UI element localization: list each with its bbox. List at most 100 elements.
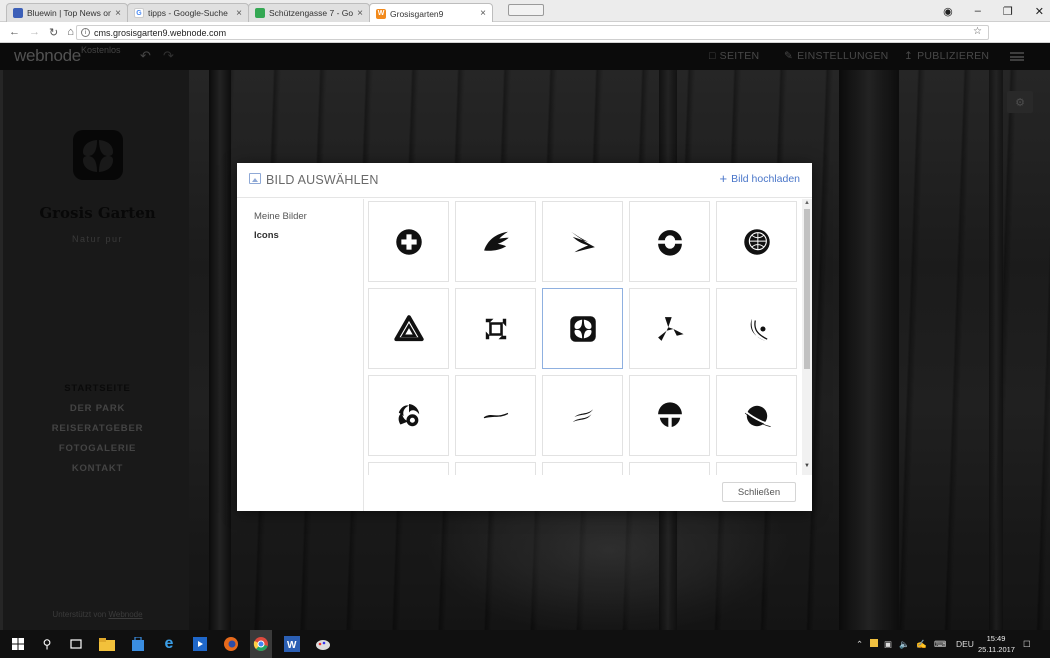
- svg-text:W: W: [287, 640, 297, 651]
- icon-grid-scrollbar[interactable]: ▲ ▼: [802, 199, 812, 475]
- word-icon[interactable]: W: [283, 635, 301, 653]
- icon-tile-selected[interactable]: [542, 288, 623, 369]
- icon-tile[interactable]: [542, 375, 623, 456]
- close-dialog-button[interactable]: Schließen: [722, 482, 796, 502]
- dialog-title: BILD AUSWÄHLEN: [266, 173, 379, 187]
- file-explorer-icon[interactable]: [98, 635, 116, 653]
- task-view-icon[interactable]: [67, 635, 85, 653]
- bookmark-star-icon[interactable]: ☆: [973, 26, 982, 37]
- icon-tile[interactable]: [368, 201, 449, 282]
- sidebar-item-my-images[interactable]: Meine Bilder: [254, 211, 307, 222]
- icon-tile[interactable]: [455, 375, 536, 456]
- clock-date: 25.11.2017: [978, 645, 1015, 654]
- tab-label: Schützengasse 7 - Goog: [269, 8, 354, 18]
- store-icon[interactable]: [129, 635, 147, 653]
- pen-workspace-icon[interactable]: ✍: [916, 639, 927, 650]
- url-text: cms.grosisgarten9.webnode.com: [94, 27, 227, 38]
- paint-icon[interactable]: [314, 635, 332, 653]
- forward-icon[interactable]: →: [29, 26, 40, 38]
- scroll-thumb[interactable]: [804, 209, 810, 369]
- back-icon[interactable]: ←: [9, 26, 20, 38]
- info-icon[interactable]: i: [81, 28, 90, 37]
- sidebar-item-icons[interactable]: Icons: [254, 230, 279, 241]
- icon-tile[interactable]: [368, 462, 449, 475]
- tray-notes-icon[interactable]: [870, 639, 878, 649]
- globe-icon: [743, 228, 770, 255]
- screen: Bluewin | Top News onli × G tipps - Goog…: [0, 0, 1050, 658]
- windows-start-icon[interactable]: [9, 635, 27, 653]
- wave-line-icon: [483, 412, 508, 418]
- arc-dot-icon: [750, 318, 767, 341]
- wing-icon: [483, 231, 509, 251]
- upload-label: Bild hochladen: [731, 173, 800, 185]
- maps-favicon-icon: [255, 8, 265, 18]
- icon-tile[interactable]: [629, 201, 710, 282]
- show-hidden-icons-icon[interactable]: ⌃: [856, 639, 863, 650]
- icon-tile[interactable]: [455, 462, 536, 475]
- notifications-icon[interactable]: ☐: [1023, 639, 1031, 650]
- media-player-icon[interactable]: [191, 635, 209, 653]
- triangle-knot-icon: [393, 314, 424, 341]
- firefox-icon[interactable]: [222, 635, 240, 653]
- double-wave-icon: [572, 408, 593, 422]
- icon-tile[interactable]: [716, 375, 797, 456]
- tab-google-search[interactable]: G tipps - Google-Suche ×: [127, 3, 249, 22]
- image-icon: [249, 173, 261, 184]
- split-circle-icon: [657, 229, 682, 256]
- tab-label: Bluewin | Top News onli: [27, 8, 112, 18]
- edge-browser-icon[interactable]: e: [160, 635, 178, 653]
- square-frame-icon: [485, 318, 506, 339]
- address-bar[interactable]: i cms.grosisgarten9.webnode.com ☆: [76, 25, 989, 40]
- icon-tile[interactable]: [629, 462, 710, 475]
- close-tab-icon[interactable]: ×: [357, 8, 363, 19]
- icon-tile[interactable]: [455, 201, 536, 282]
- windows-taskbar: ⚲ e W ⌃ ▣ 🔈 ✍ ⌨ DEU 15:49 25.11.2017 ☐: [0, 630, 1050, 658]
- restore-icon[interactable]: ❐: [1003, 5, 1013, 18]
- icon-tile[interactable]: [716, 462, 797, 475]
- network-icon[interactable]: ▣: [884, 639, 892, 650]
- tab-google-maps[interactable]: Schützengasse 7 - Goog ×: [248, 3, 370, 22]
- tab-grosisgarten[interactable]: W Grosisgarten9 ×: [369, 3, 493, 23]
- close-tab-icon[interactable]: ×: [480, 8, 486, 19]
- dialog-header: BILD AUSWÄHLEN + Bild hochladen: [237, 163, 812, 198]
- scroll-up-arrow-icon[interactable]: ▲: [804, 200, 810, 206]
- swirl-flower-icon: [398, 403, 419, 426]
- tab-bluewin[interactable]: Bluewin | Top News onli ×: [6, 3, 128, 22]
- clock-time: 15:49: [986, 634, 1006, 643]
- reload-icon[interactable]: ↻: [49, 26, 58, 39]
- search-icon[interactable]: ⚲: [38, 635, 56, 653]
- plus-icon: +: [719, 171, 728, 186]
- swoosh-wing-icon: [570, 231, 595, 252]
- icon-tile[interactable]: [455, 288, 536, 369]
- close-tab-icon[interactable]: ×: [236, 8, 242, 19]
- icon-tile[interactable]: [542, 201, 623, 282]
- icon-tile[interactable]: [629, 288, 710, 369]
- icon-tile[interactable]: [368, 375, 449, 456]
- icon-tile[interactable]: [629, 375, 710, 456]
- icon-tile[interactable]: [368, 288, 449, 369]
- minimize-icon[interactable]: –: [975, 5, 981, 17]
- close-tab-icon[interactable]: ×: [115, 8, 121, 19]
- icon-tile[interactable]: [716, 288, 797, 369]
- icon-tile[interactable]: [716, 201, 797, 282]
- home-icon[interactable]: ⌂: [67, 26, 74, 38]
- google-favicon-icon: G: [134, 8, 144, 18]
- new-tab-button[interactable]: [508, 4, 544, 16]
- image-picker-dialog: BILD AUSWÄHLEN + Bild hochladen Meine Bi…: [237, 163, 812, 511]
- scroll-down-arrow-icon[interactable]: ▼: [804, 463, 810, 469]
- volume-icon[interactable]: 🔈: [899, 639, 910, 650]
- webnode-favicon-icon: W: [376, 8, 386, 19]
- keyboard-icon[interactable]: ⌨: [934, 639, 946, 650]
- browser-tabstrip: Bluewin | Top News onli × G tipps - Goog…: [0, 0, 1050, 23]
- icon-tile[interactable]: [542, 462, 623, 475]
- close-window-icon[interactable]: ✕: [1035, 5, 1044, 18]
- ringed-planet-icon: [743, 405, 771, 427]
- chrome-icon[interactable]: [250, 630, 272, 658]
- profile-icon[interactable]: ◉: [943, 5, 953, 18]
- window-controls: ◉ – ❐ ✕: [943, 0, 1044, 22]
- input-language[interactable]: DEU: [956, 639, 974, 649]
- icon-grid: [365, 199, 802, 475]
- taskbar-clock[interactable]: 15:49 25.11.2017: [978, 633, 1015, 655]
- browser-toolbar: ← → ↻ ⌂ i cms.grosisgarten9.webnode.com …: [0, 22, 1050, 61]
- upload-image-button[interactable]: + Bild hochladen: [719, 171, 800, 186]
